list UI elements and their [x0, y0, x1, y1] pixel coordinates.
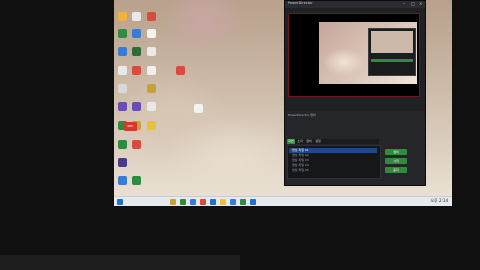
- desktop-icon-folder[interactable]: [118, 12, 127, 21]
- desktop-icon-app[interactable]: [118, 102, 127, 111]
- window-title: PowerDirector: [288, 1, 313, 5]
- desktop-icon-document[interactable]: [118, 66, 127, 75]
- list-item[interactable]: 영상 파일 04: [289, 163, 377, 168]
- desktop-icon-app[interactable]: [132, 66, 141, 75]
- desktop-icon-document[interactable]: [147, 66, 156, 75]
- minimize-button[interactable]: –: [403, 2, 407, 6]
- taskbar-app-icon[interactable]: [230, 199, 236, 205]
- maximize-button[interactable]: □: [411, 2, 415, 6]
- start-button[interactable]: 시작: [385, 158, 407, 164]
- capture-button[interactable]: 캡처: [385, 149, 407, 155]
- desktop-icon-document[interactable]: [147, 29, 156, 38]
- desktop-icon-document[interactable]: [147, 102, 156, 111]
- control-panel: PowerDirector 캡처 화면 소리 캡처 설정 영상 파일 01 영상…: [285, 111, 425, 185]
- desktop-icon-app[interactable]: [147, 12, 156, 21]
- file-list: 영상 파일 01 영상 파일 02 영상 파일 03 영상 파일 04 영상 파…: [287, 145, 381, 179]
- list-item[interactable]: 영상 파일 02: [289, 153, 377, 158]
- tab-2[interactable]: 캡처: [305, 139, 313, 144]
- desktop-icon-app[interactable]: [147, 84, 156, 93]
- desktop-icon-app[interactable]: [132, 140, 141, 149]
- tab-0[interactable]: 화면: [287, 139, 295, 144]
- taskbar-app-icon[interactable]: [220, 199, 226, 205]
- capture-preview: [288, 13, 420, 97]
- start-icon[interactable]: [117, 199, 123, 205]
- list-item[interactable]: 영상 파일 01: [289, 148, 377, 153]
- taskbar: 오후 2:14: [114, 196, 452, 206]
- taskbar-app-icon[interactable]: [180, 199, 186, 205]
- recorder-window: PowerDirector – □ × PowerDirector 캡처 화면 …: [284, 0, 426, 186]
- taskbar-app-icon[interactable]: [250, 199, 256, 205]
- record-button[interactable]: REC: [124, 122, 137, 131]
- nested-preview-image: [371, 31, 413, 53]
- desktop-icon-app[interactable]: [176, 66, 185, 75]
- desktop-icon-app[interactable]: [147, 121, 156, 130]
- desktop-icon-document[interactable]: [118, 84, 127, 93]
- list-item[interactable]: 영상 파일 05: [289, 168, 377, 173]
- nested-progress: [371, 59, 413, 62]
- panel-title: PowerDirector 캡처: [288, 113, 316, 117]
- window-titlebar: PowerDirector – □ ×: [285, 1, 425, 8]
- desktop-icon-app[interactable]: [118, 140, 127, 149]
- desktop-icon-document[interactable]: [194, 104, 203, 113]
- desktop-icon-app[interactable]: [132, 47, 141, 56]
- close-button[interactable]: ×: [419, 2, 423, 6]
- desktop-icon-app[interactable]: [118, 176, 127, 185]
- desktop-icon-app[interactable]: [118, 47, 127, 56]
- taskbar-app-icon[interactable]: [190, 199, 196, 205]
- desktop-icon-app[interactable]: [132, 102, 141, 111]
- preview-image: [319, 22, 417, 84]
- tab-1[interactable]: 소리: [296, 139, 304, 144]
- nested-window-preview: [368, 28, 416, 76]
- list-item[interactable]: 영상 파일 03: [289, 158, 377, 163]
- taskbar-app-icon[interactable]: [200, 199, 206, 205]
- host-bottom-bar: [0, 255, 240, 270]
- stop-button[interactable]: 중지: [385, 167, 407, 173]
- taskbar-clock: 오후 2:14: [430, 198, 448, 203]
- desktop-icon-app[interactable]: [118, 29, 127, 38]
- desktop-icon-app[interactable]: [132, 29, 141, 38]
- tab-bar: 화면 소리 캡처 설정: [287, 139, 379, 144]
- desktop-icon-app[interactable]: [132, 176, 141, 185]
- desktop-icon-document[interactable]: [132, 12, 141, 21]
- taskbar-app-icon[interactable]: [240, 199, 246, 205]
- taskbar-app-icon[interactable]: [170, 199, 176, 205]
- tab-3[interactable]: 설정: [314, 139, 322, 144]
- desktop-icon-document[interactable]: [147, 47, 156, 56]
- taskbar-app-icon[interactable]: [210, 199, 216, 205]
- desktop-icon-app[interactable]: [118, 158, 127, 167]
